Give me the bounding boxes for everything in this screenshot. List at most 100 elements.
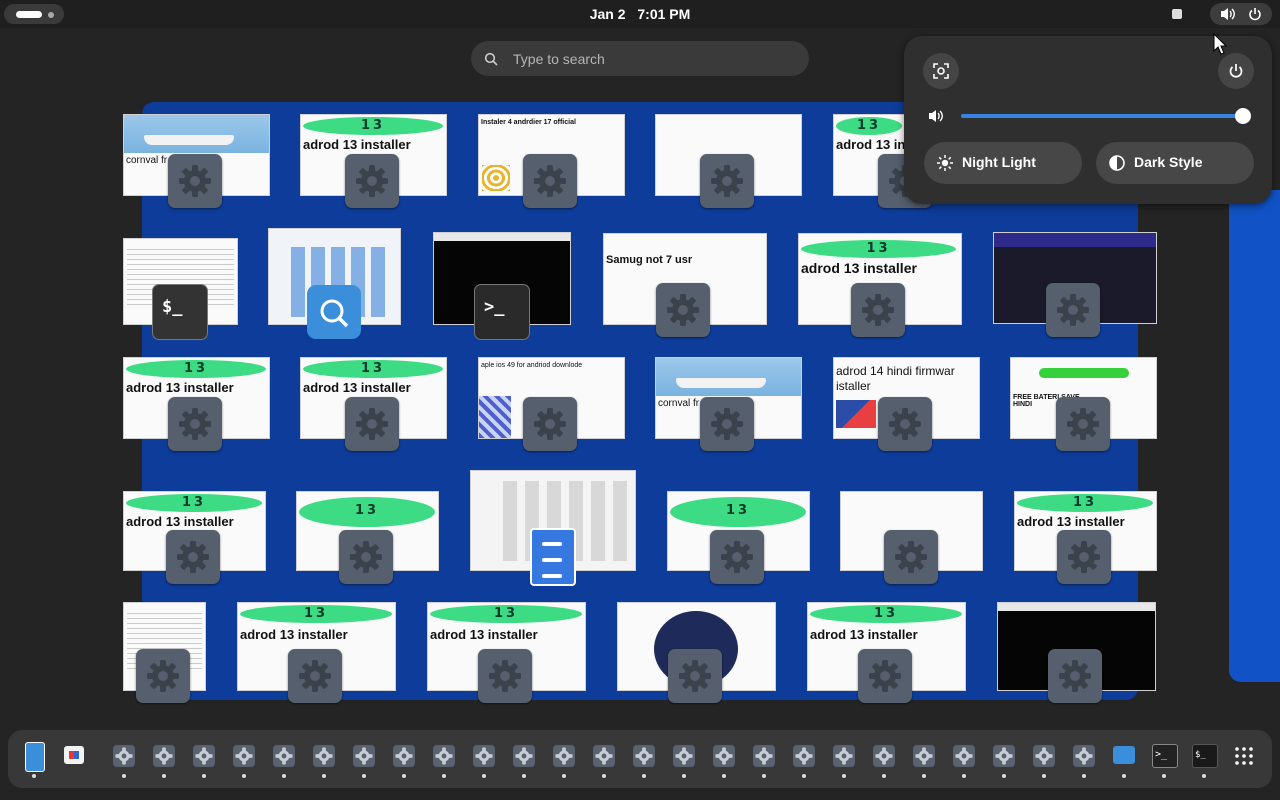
dock-gear-app-icon[interactable]: [588, 740, 620, 778]
files-app-icon[interactable]: [307, 285, 361, 339]
show-apps-button[interactable]: [1228, 740, 1260, 772]
system-menu-button[interactable]: [1210, 3, 1272, 25]
settings-gear-app-icon[interactable]: [1056, 397, 1110, 451]
quick-settings-panel: Night Light Dark Style: [904, 36, 1272, 204]
dock-gear-app-icon[interactable]: [1068, 740, 1100, 778]
gear-icon: [873, 745, 895, 767]
dock-gear-app-icon[interactable]: [348, 740, 380, 778]
dock-gear-app-icon[interactable]: [708, 740, 740, 778]
window-title: adrod 14 hindi firmwar istaller: [836, 364, 955, 393]
window-title: adrod 13 installer: [126, 514, 234, 529]
running-indicator: [322, 774, 326, 778]
volume-slider-fill: [961, 114, 1243, 118]
running-indicator: [842, 774, 846, 778]
notification-icon[interactable]: [1172, 9, 1182, 19]
dock-gear-app-icon[interactable]: [228, 740, 260, 778]
dock-gear-app-icon[interactable]: [748, 740, 780, 778]
dock-software-store-icon[interactable]: [58, 740, 90, 772]
dock-file-manager-icon[interactable]: [18, 740, 50, 778]
thumbnail-image: [836, 400, 876, 428]
settings-gear-app-icon[interactable]: [700, 154, 754, 208]
settings-gear-app-icon[interactable]: [288, 649, 342, 703]
settings-gear-app-icon[interactable]: [168, 154, 222, 208]
settings-gear-app-icon[interactable]: [345, 154, 399, 208]
ship-image: [656, 358, 801, 396]
dock-gear-app-icon[interactable]: [508, 740, 540, 778]
terminal-app-icon[interactable]: $_: [152, 284, 208, 340]
dark-style-toggle[interactable]: Dark Style: [1096, 142, 1254, 184]
dock-gear-app-icon[interactable]: [1028, 740, 1060, 778]
dock-gear-app-icon[interactable]: [388, 740, 420, 778]
dock-gear-app-icon[interactable]: [308, 740, 340, 778]
dock-gear-app-icon[interactable]: [108, 740, 140, 778]
window-title: adrod 13 installer: [836, 137, 905, 152]
settings-gear-app-icon[interactable]: [710, 530, 764, 584]
dock-gear-app-icon[interactable]: [548, 740, 580, 778]
search-input[interactable]: [511, 48, 795, 70]
settings-gear-app-icon[interactable]: [851, 283, 905, 337]
dock-gear-app-icon[interactable]: [188, 740, 220, 778]
screenshot-button[interactable]: [923, 53, 959, 89]
settings-gear-app-icon[interactable]: [478, 649, 532, 703]
dock-gear-app-icon[interactable]: [908, 740, 940, 778]
clock[interactable]: Jan 2 7:01 PM: [0, 6, 1280, 22]
volume-slider-handle[interactable]: [1235, 108, 1251, 124]
dock-terminal-icon[interactable]: $_: [1188, 740, 1220, 778]
clock-date: Jan 2: [589, 6, 626, 22]
settings-gear-app-icon[interactable]: [656, 283, 710, 337]
settings-gear-app-icon[interactable]: [1046, 283, 1100, 337]
gear-icon: [273, 745, 295, 767]
running-indicator: [442, 774, 446, 778]
settings-gear-app-icon[interactable]: [668, 649, 722, 703]
console-app-icon[interactable]: >_: [474, 284, 530, 340]
running-indicator: [562, 774, 566, 778]
settings-gear-app-icon[interactable]: [523, 154, 577, 208]
dock-gear-app-icon[interactable]: [988, 740, 1020, 778]
settings-gear-app-icon[interactable]: [136, 649, 190, 703]
settings-gear-app-icon[interactable]: [1057, 530, 1111, 584]
folder-glyph: [1113, 746, 1135, 764]
settings-gear-app-icon[interactable]: [700, 397, 754, 451]
running-indicator: [1082, 774, 1086, 778]
settings-gear-app-icon[interactable]: [345, 397, 399, 451]
dock-gear-app-icon[interactable]: [148, 740, 180, 778]
running-indicator: [602, 774, 606, 778]
dock-files-icon[interactable]: [1108, 740, 1140, 778]
settings-gear-app-icon[interactable]: [339, 530, 393, 584]
search-bar[interactable]: [471, 41, 809, 76]
settings-gear-app-icon[interactable]: [878, 397, 932, 451]
settings-gear-app-icon[interactable]: [858, 649, 912, 703]
dock-gear-app-icon[interactable]: [828, 740, 860, 778]
settings-gear-app-icon[interactable]: [168, 397, 222, 451]
dock-gear-app-icon[interactable]: [468, 740, 500, 778]
running-indicator: [682, 774, 686, 778]
gear-icon: [313, 745, 335, 767]
android-13-banner: 13: [303, 360, 443, 378]
settings-gear-app-icon[interactable]: [166, 530, 220, 584]
gear-icon: [473, 745, 495, 767]
settings-gear-app-icon[interactable]: [884, 530, 938, 584]
dock-gear-app-icon[interactable]: [868, 740, 900, 778]
power-icon: [1249, 8, 1261, 21]
android-13-banner: 13: [810, 605, 962, 623]
volume-slider[interactable]: [961, 108, 1251, 124]
dock-console-icon[interactable]: >_: [1148, 740, 1180, 778]
file-cabinet-app-icon[interactable]: [530, 528, 576, 586]
power-menu-button[interactable]: [1218, 53, 1254, 89]
dock-gear-app-icon[interactable]: [948, 740, 980, 778]
dock-gear-app-icon[interactable]: [788, 740, 820, 778]
dock-gear-app-icon[interactable]: [428, 740, 460, 778]
dock-gear-app-icon[interactable]: [668, 740, 700, 778]
dock-gear-app-icon[interactable]: [268, 740, 300, 778]
gear-icon: [633, 745, 655, 767]
window-title: adrod 13 installer: [801, 260, 917, 276]
dock-gear-app-icon[interactable]: [628, 740, 660, 778]
android-13-banner: 13: [1017, 494, 1153, 512]
running-indicator: [32, 774, 36, 778]
settings-gear-app-icon[interactable]: [523, 397, 577, 451]
next-workspace-preview[interactable]: [1229, 190, 1280, 682]
night-light-toggle[interactable]: Night Light: [924, 142, 1082, 184]
magnifier-icon: [320, 299, 349, 328]
titlebar: [434, 233, 570, 241]
settings-gear-app-icon[interactable]: [1048, 649, 1102, 703]
